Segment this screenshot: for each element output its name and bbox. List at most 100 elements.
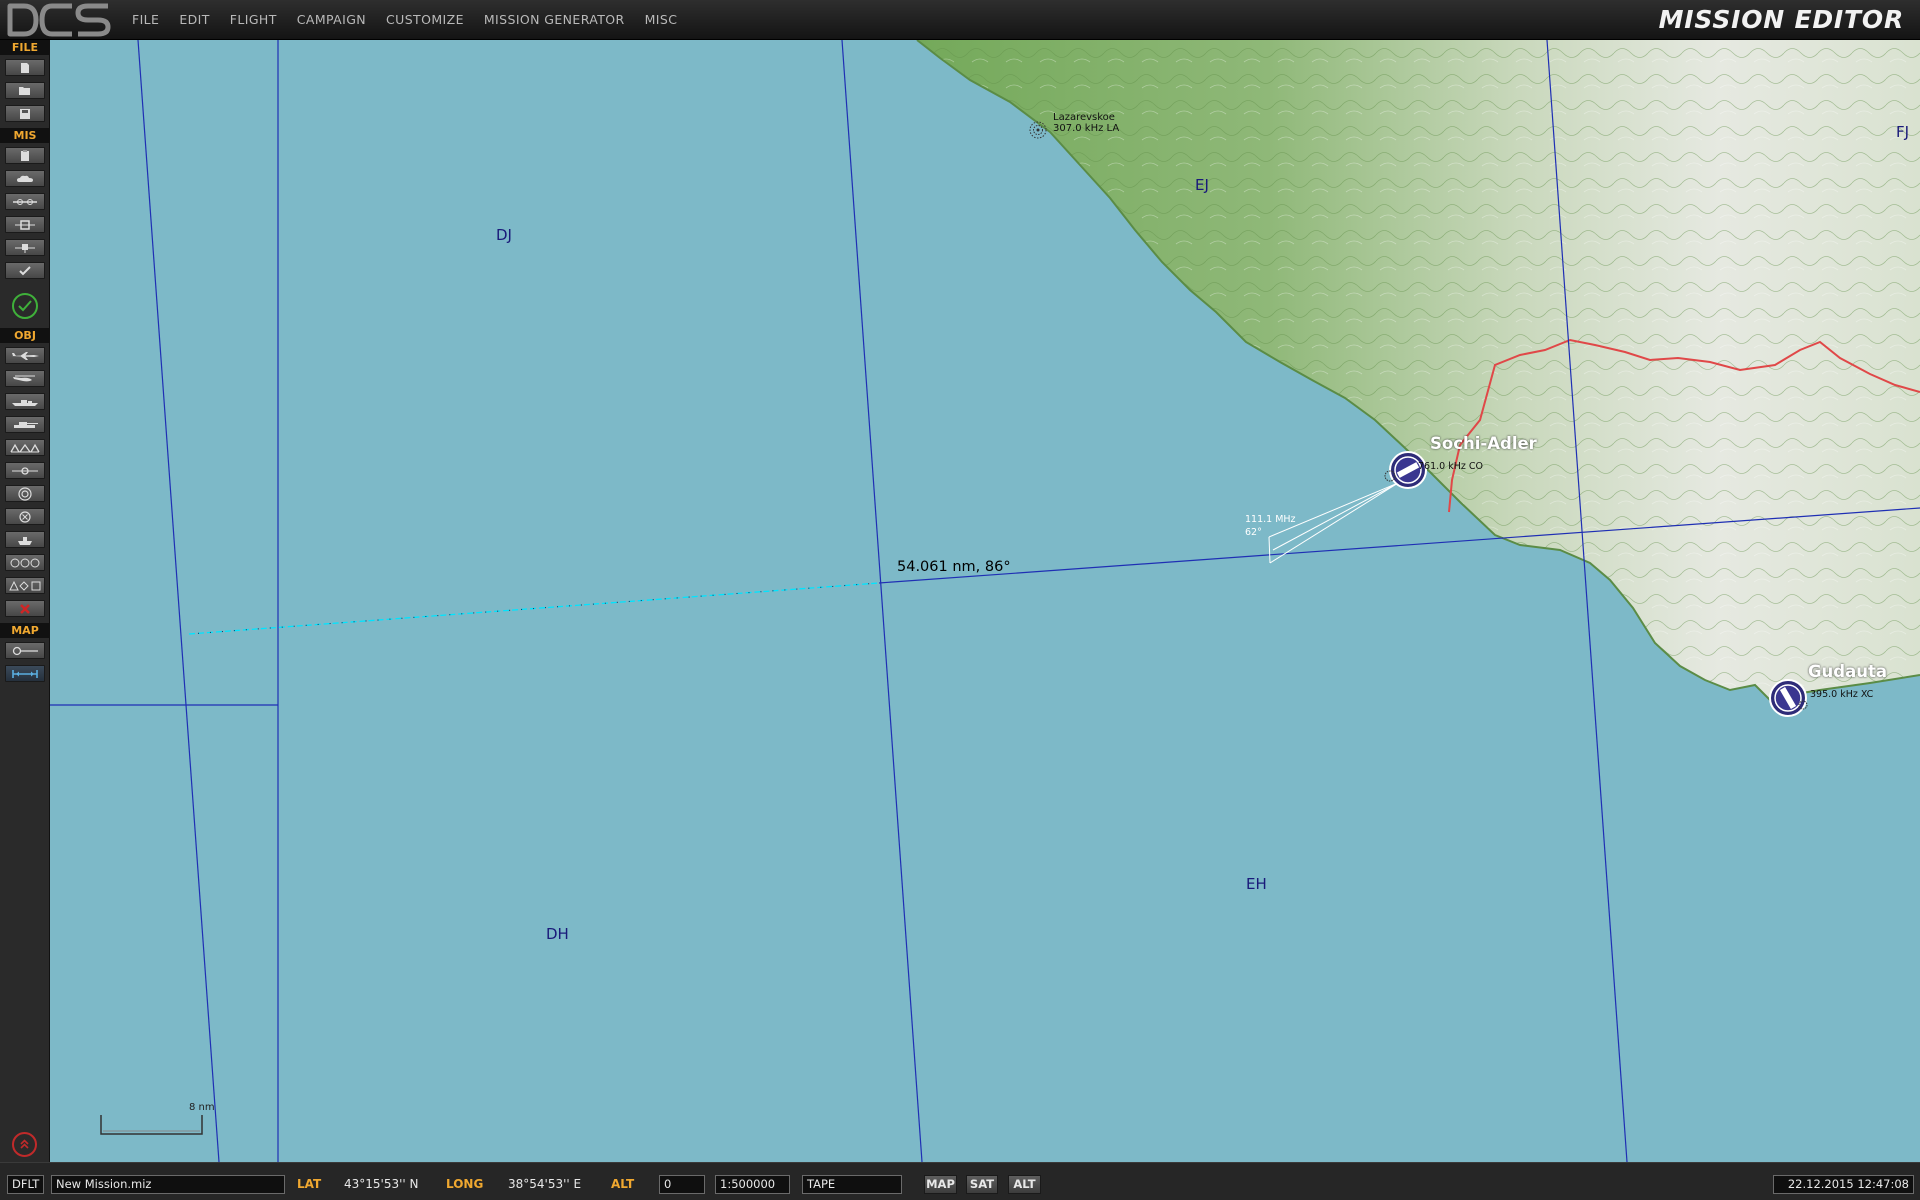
- ndb-lazarevskoe-name: Lazarevskoe: [1053, 112, 1115, 123]
- app-title: MISSION EDITOR: [1658, 5, 1904, 34]
- weather-icon: [17, 175, 33, 182]
- save-mission-button[interactable]: [5, 105, 45, 122]
- add-nav-point-button[interactable]: [5, 508, 45, 525]
- status-bar: DFLT New Mission.miz LAT 43°15'53'' N LO…: [0, 1162, 1920, 1200]
- save-icon: [20, 108, 30, 119]
- sat-view-button[interactable]: SAT: [966, 1175, 998, 1194]
- mission-file-field[interactable]: New Mission.miz: [51, 1175, 285, 1194]
- toolbar-header-mis: MIS: [0, 128, 50, 143]
- trigger-zone-icon: [18, 486, 32, 501]
- add-template-button[interactable]: [5, 462, 45, 479]
- mission-ok-button[interactable]: [12, 293, 38, 319]
- add-ground-unit-button[interactable]: [5, 416, 45, 433]
- open-folder-icon: [19, 87, 30, 95]
- trigger-button[interactable]: [5, 193, 45, 210]
- check-mission-button[interactable]: [5, 262, 45, 279]
- check-circle-icon: [18, 300, 32, 312]
- trigger-icon: [13, 198, 37, 205]
- profile-field[interactable]: DFLT: [7, 1175, 44, 1194]
- menu-flight[interactable]: FLIGHT: [220, 0, 287, 40]
- goals-icon: [15, 243, 35, 253]
- delete-object-button[interactable]: [5, 600, 45, 617]
- helicopter-icon: [13, 375, 35, 381]
- lat-label: LAT: [297, 1177, 322, 1191]
- toolbar-header-file: FILE: [0, 40, 50, 55]
- map-options-button[interactable]: [5, 642, 45, 659]
- ndb-lazarevskoe-freq: 307.0 kHz LA: [1053, 123, 1120, 134]
- add-helicopter-button[interactable]: [5, 370, 45, 387]
- briefing-icon: [21, 150, 29, 161]
- menu-customize[interactable]: CUSTOMIZE: [376, 0, 474, 40]
- delete-icon: [20, 603, 30, 614]
- nav-point-icon: [19, 510, 31, 523]
- formation-icon: [10, 558, 40, 567]
- menu-bar: FILE EDIT FLIGHT CAMPAIGN CUSTOMIZE MISS…: [0, 0, 1920, 40]
- add-formation-button[interactable]: [5, 554, 45, 571]
- ship-static-icon: [18, 536, 32, 545]
- add-ship-button[interactable]: [5, 393, 45, 410]
- map-view-button[interactable]: MAP: [924, 1175, 957, 1194]
- airfield-sochi-freq: 761.0 kHz CO: [1418, 461, 1483, 472]
- tape-measure-button[interactable]: [5, 665, 45, 682]
- triggered-zone-button[interactable]: [5, 216, 45, 233]
- grid-label-eh: EH: [1246, 875, 1267, 893]
- goals-button[interactable]: [5, 239, 45, 256]
- template-icon: [12, 466, 38, 475]
- long-value: 38°54'53'' E: [508, 1177, 582, 1191]
- long-label: LONG: [446, 1177, 484, 1191]
- static-object-icon: [10, 443, 40, 452]
- menu-file[interactable]: FILE: [122, 0, 169, 40]
- tool-mode-field[interactable]: TAPE: [802, 1175, 902, 1194]
- main-menu: FILE EDIT FLIGHT CAMPAIGN CUSTOMIZE MISS…: [122, 0, 687, 40]
- ils-frequency: 111.1 MHz: [1245, 514, 1296, 525]
- grid-label-dj: DJ: [496, 226, 512, 244]
- new-mission-button[interactable]: [5, 59, 45, 76]
- alt-view-button[interactable]: ALT: [1008, 1175, 1041, 1194]
- dcs-logo: [4, 2, 112, 38]
- datetime-field: 22.12.2015 12:47:08: [1773, 1175, 1914, 1194]
- airfield-gudauta-freq: 395.0 kHz XC: [1810, 689, 1874, 700]
- grid-label-fj: FJ: [1896, 123, 1910, 141]
- airfield-gudauta-name[interactable]: Gudauta: [1808, 663, 1887, 681]
- weather-button[interactable]: [5, 170, 45, 187]
- ground-vehicle-icon: [14, 421, 38, 428]
- ship-icon: [12, 399, 38, 406]
- map-scale-bar: [100, 1115, 203, 1135]
- tape-measure-readout: 54.061 nm, 86°: [897, 559, 1011, 575]
- menu-misc[interactable]: MISC: [635, 0, 688, 40]
- add-static-object-button[interactable]: [5, 439, 45, 456]
- map-options-icon: [12, 646, 38, 655]
- terrain-relief: [917, 40, 1920, 700]
- left-toolbar: FILE MIS OBJ MAP: [0, 40, 50, 1162]
- menu-campaign[interactable]: CAMPAIGN: [287, 0, 376, 40]
- add-shape-button[interactable]: [5, 577, 45, 594]
- add-ship-static-button[interactable]: [5, 531, 45, 548]
- alt-label: ALT: [611, 1177, 635, 1191]
- ils-course: 62°: [1245, 527, 1262, 538]
- briefing-button[interactable]: [5, 147, 45, 164]
- grid-label-ej: EJ: [1195, 176, 1209, 194]
- add-airplane-button[interactable]: [5, 347, 45, 364]
- new-file-icon: [21, 62, 29, 73]
- add-trigger-zone-button[interactable]: [5, 485, 45, 502]
- collapse-button[interactable]: [12, 1132, 37, 1157]
- airfield-sochi-name[interactable]: Sochi-Adler: [1430, 435, 1537, 453]
- map-scale-field[interactable]: 1:500000: [715, 1175, 790, 1194]
- menu-edit[interactable]: EDIT: [169, 0, 219, 40]
- toolbar-header-map: MAP: [0, 623, 50, 638]
- shapes-icon: [9, 580, 41, 591]
- collapse-icon: [20, 1139, 29, 1149]
- airfield-gudauta-icon[interactable]: [1769, 679, 1808, 717]
- toolbar-header-obj: OBJ: [0, 328, 50, 343]
- alt-field[interactable]: 0: [659, 1175, 705, 1194]
- map-view[interactable]: DJ EJ FJ DH EH Lazarevskoe 307.0 kHz LA …: [50, 40, 1920, 1162]
- map-canvas[interactable]: [50, 40, 1920, 1162]
- grid-label-dh: DH: [546, 925, 569, 943]
- triggered-zone-icon: [15, 219, 35, 230]
- airplane-icon: [11, 351, 39, 360]
- lat-value: 43°15'53'' N: [344, 1177, 419, 1191]
- map-scale-label: 8 nm: [189, 1102, 215, 1113]
- menu-mission-generator[interactable]: MISSION GENERATOR: [474, 0, 635, 40]
- open-mission-button[interactable]: [5, 82, 45, 99]
- check-icon: [19, 265, 31, 275]
